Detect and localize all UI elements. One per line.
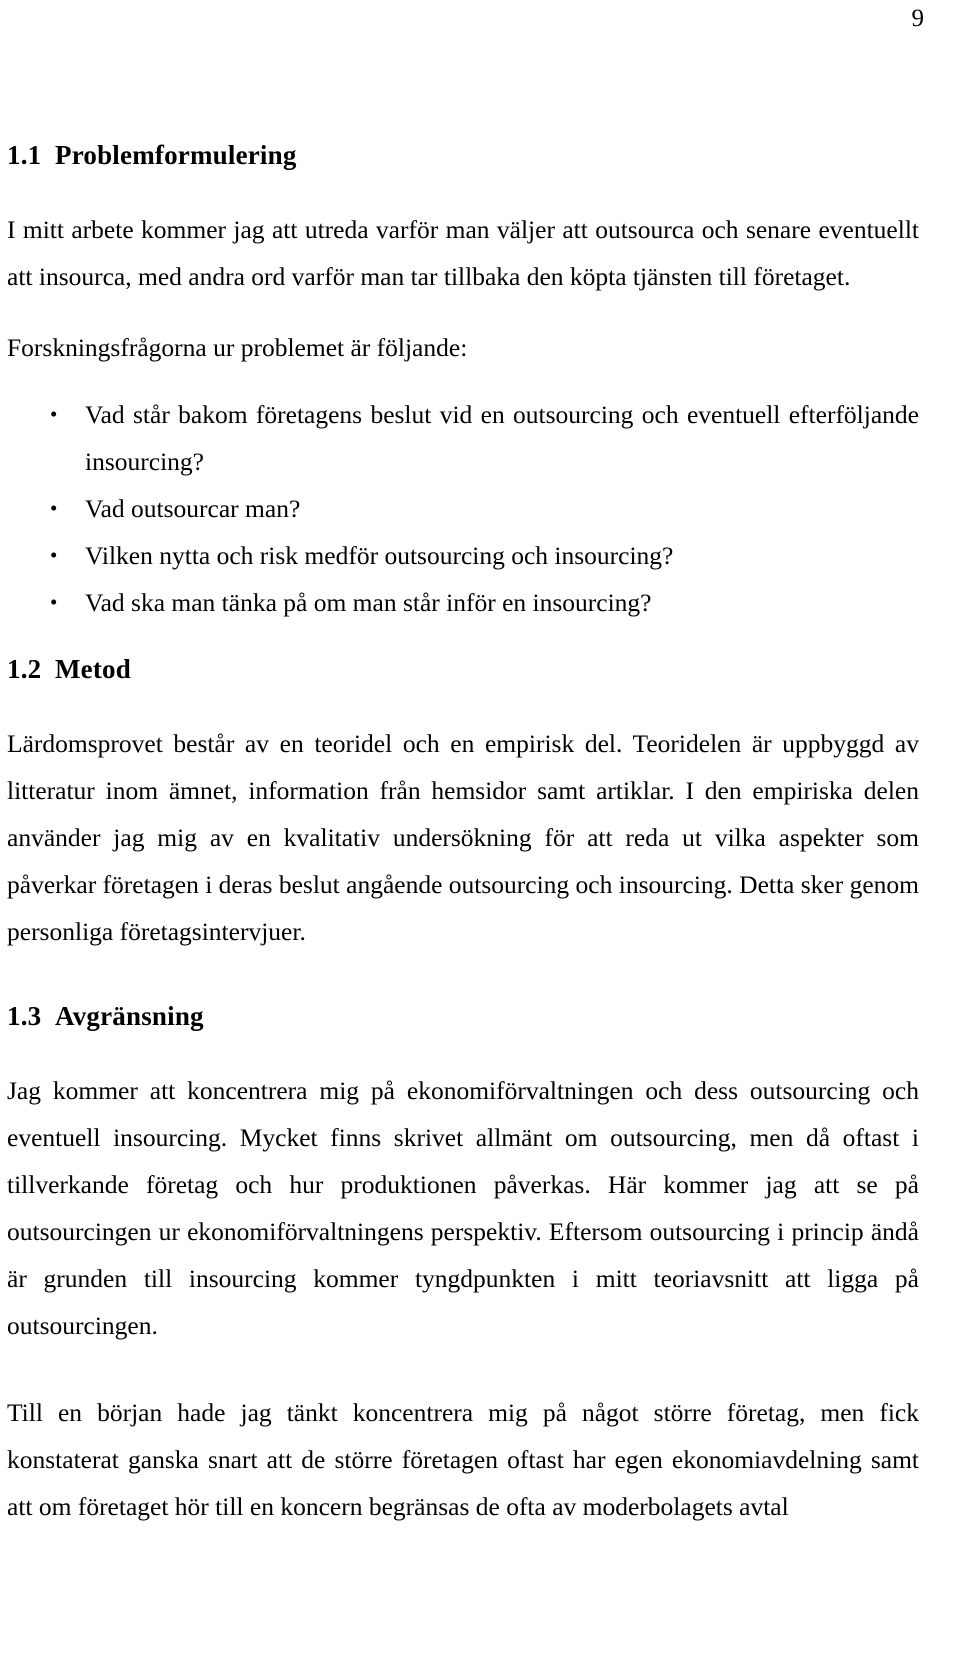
heading-number: 1.2 (7, 653, 42, 684)
heading-title: Metod (55, 653, 131, 684)
heading-number: 1.3 (7, 1000, 42, 1031)
document-page: 9 1.1 Problemformulering I mitt arbete ko… (0, 0, 960, 1679)
heading-problemformulering: 1.1 Problemformulering (7, 140, 919, 172)
list-item: • Vad står bakom företagens beslut vid e… (7, 391, 919, 485)
page-number: 9 (911, 5, 925, 32)
heading-metod: 1.2 Metod (7, 654, 919, 686)
bullet-icon: • (50, 401, 58, 426)
bullet-icon: • (50, 542, 58, 567)
heading-title: Avgränsning (55, 1000, 204, 1031)
page-content: 1.1 Problemformulering I mitt arbete komm… (7, 140, 919, 1530)
paragraph-metod: Lärdomsprovet består av en teoridel och … (7, 728, 920, 946)
list-item: • Vad ska man tänka på om man står inför… (7, 579, 919, 626)
heading-avgransning: 1.3 Avgränsning (7, 1001, 919, 1033)
paragraph-problemformulering-intro: I mitt arbete kommer jag att utreda varf… (7, 214, 919, 291)
paragraph-avgransning-2: Till en början hade jag tänkt koncentrer… (7, 1397, 919, 1521)
list-item-label: Vad outsourcar man? (85, 493, 301, 523)
list-item: • Vad outsourcar man? (7, 485, 919, 532)
research-questions-list: • Vad står bakom företagens beslut vid e… (7, 391, 919, 626)
bullet-icon: • (50, 495, 58, 520)
list-item-label: Vad ska man tänka på om man står inför e… (85, 587, 652, 617)
paragraph-research-questions-intro: Forskningsfrågorna ur problemet är följa… (7, 332, 468, 362)
bullet-icon: • (50, 589, 58, 614)
heading-number: 1.1 (7, 140, 42, 170)
list-item-label: Vad står bakom företagens beslut vid en … (85, 399, 919, 476)
list-item: • Vilken nytta och risk medför outsourci… (7, 532, 919, 579)
paragraph-avgransning-1: Jag kommer att koncentrera mig på ekonom… (7, 1075, 919, 1340)
heading-title: Problemformulering (55, 140, 297, 170)
list-item-label: Vilken nytta och risk medför outsourcing… (85, 540, 674, 570)
